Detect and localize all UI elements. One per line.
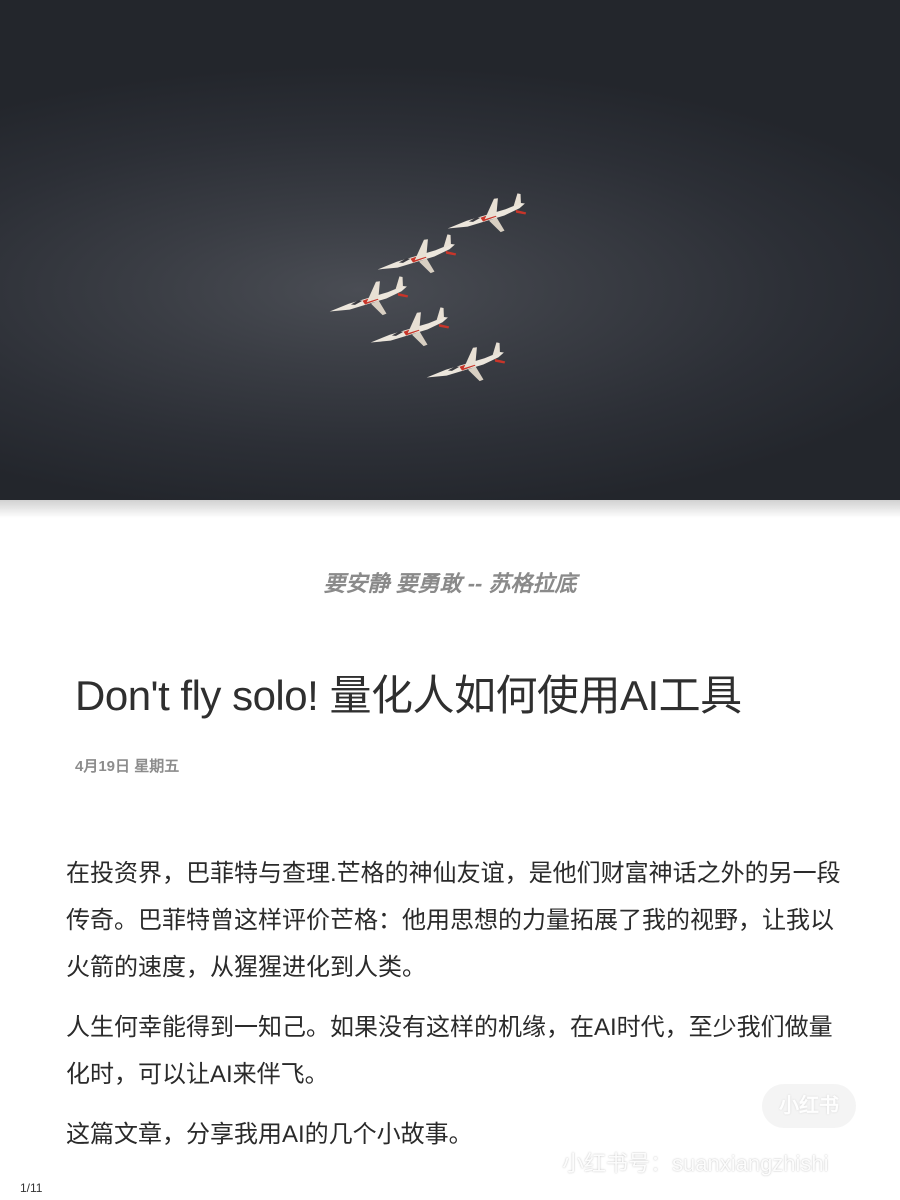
jet-1 bbox=[444, 192, 529, 240]
page-indicator: 1/11 bbox=[20, 1181, 43, 1195]
hero-image bbox=[0, 0, 900, 500]
jet-5 bbox=[423, 341, 508, 389]
paragraph-2: 人生何幸能得到一知己。如果没有这样的机缘，在AI时代，至少我们做量化时，可以让A… bbox=[66, 1014, 833, 1088]
jet-4 bbox=[367, 306, 452, 354]
jet-3 bbox=[326, 275, 411, 323]
jet-2 bbox=[374, 233, 459, 281]
paragraph-1: 在投资界，巴菲特与查理.芒格的神仙友谊，是他们财富神话之外的另一段传奇。巴菲特曾… bbox=[66, 860, 841, 981]
xiaohongshu-watermark-logo: 小红书 bbox=[762, 1084, 856, 1128]
xiaohongshu-account-watermark: 小红书号：suanxiangzhishi bbox=[562, 1151, 829, 1176]
hero-shadow bbox=[0, 500, 900, 518]
publish-date: 4月19日 星期五 bbox=[75, 758, 180, 775]
jet-formation-illustration bbox=[326, 192, 529, 389]
epigraph-quote: 要安静 要勇敢 -- 苏格拉底 bbox=[323, 571, 577, 596]
article-title: Don't fly solo! 量化人如何使用AI工具 bbox=[75, 672, 742, 719]
